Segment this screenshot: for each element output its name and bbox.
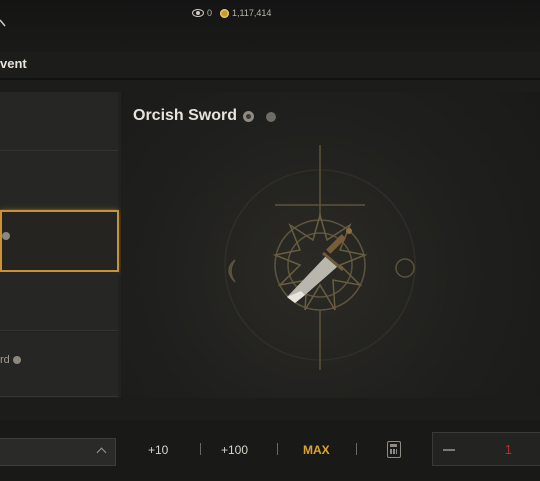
item-title: Orcish Sword (133, 107, 255, 125)
item-type-icon (266, 112, 276, 122)
minus-icon[interactable] (443, 449, 455, 451)
orcish-sword-icon (287, 228, 352, 303)
currency-display: 0 1,117,414 (192, 8, 271, 18)
tab-divider (0, 78, 540, 80)
list-item[interactable] (0, 151, 118, 210)
gold-amount: 1,117,414 (232, 8, 272, 18)
item-name: Orcish Sword (133, 107, 238, 124)
divider (356, 443, 357, 455)
back-chevron-icon[interactable] (0, 18, 8, 28)
divider (200, 443, 201, 455)
list-item-text: rd (0, 354, 10, 366)
eye-count: 0 (207, 8, 213, 18)
max-button[interactable]: MAX (303, 443, 330, 457)
plus-10-button[interactable]: +10 (148, 443, 168, 457)
gold-currency: 1,117,414 (220, 8, 271, 18)
calculator-icon[interactable] (387, 441, 401, 458)
item-emblem (224, 145, 416, 370)
info-icon (2, 232, 10, 240)
list-item-label (2, 232, 10, 240)
chevron-up-icon (96, 447, 107, 458)
sun-emblem-icon (224, 145, 416, 370)
divider (277, 443, 278, 455)
list-item[interactable] (0, 92, 118, 151)
list-item-label: rd (0, 354, 21, 366)
list-item[interactable]: rd (0, 332, 118, 397)
eye-currency: 0 (192, 8, 212, 18)
list-item-selected[interactable] (0, 210, 119, 272)
list-item[interactable] (0, 272, 118, 331)
item-info-icon[interactable] (243, 110, 255, 122)
info-icon (12, 356, 21, 364)
quantity-value: 1 (504, 442, 512, 457)
sort-dropdown[interactable] (0, 438, 116, 466)
eye-icon (192, 9, 204, 17)
gold-coin-icon (220, 8, 230, 18)
quantity-field[interactable]: 1 (432, 432, 540, 466)
tab-event[interactable]: vent (0, 56, 27, 71)
plus-100-button[interactable]: +100 (221, 443, 248, 457)
item-list-panel: rd (0, 92, 122, 398)
